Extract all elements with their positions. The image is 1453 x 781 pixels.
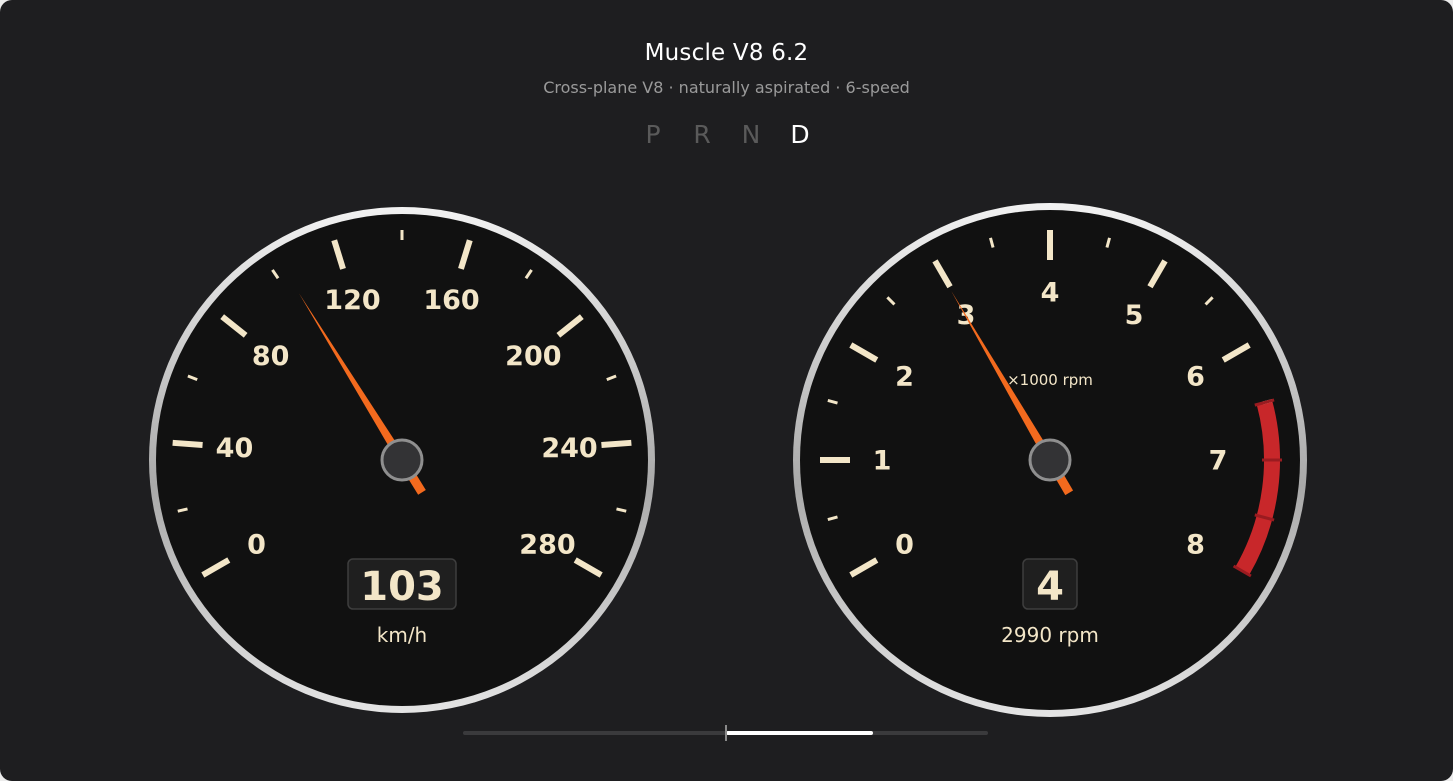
rpm-label-7: 7 <box>1209 446 1228 477</box>
rpm-label-5: 5 <box>1125 300 1144 331</box>
speed-unit: km/h <box>377 623 427 647</box>
speed-label-80: 80 <box>252 341 290 372</box>
rpm-label-4: 4 <box>1041 278 1060 309</box>
speed-readout: 103 <box>360 564 444 610</box>
current-gear-readout: 4 <box>1036 564 1064 610</box>
speed-label-0: 0 <box>247 530 266 561</box>
major-tick <box>172 439 203 449</box>
dashboard-frame: Muscle V8 6.2 Cross-plane V8 · naturally… <box>0 0 1453 781</box>
rpm-label-0: 0 <box>895 530 914 561</box>
rpm-readout: 2990 rpm <box>1001 623 1099 647</box>
speed-label-120: 120 <box>324 285 380 316</box>
speed-label-280: 280 <box>519 530 575 561</box>
gauges-canvas: 0 40 80 120 160 200 240 280 103 km/h 0 1… <box>149 203 1307 717</box>
rpm-label-8: 8 <box>1186 530 1205 561</box>
rpm-label-6: 6 <box>1186 362 1205 393</box>
scrubber-handle[interactable] <box>724 725 727 741</box>
scrubber-progress <box>725 731 874 735</box>
speed-label-240: 240 <box>541 433 597 464</box>
speed-needle-hub <box>380 438 424 482</box>
tachometer: 0 1 2 3 4 5 6 7 8 ×1000 rpm 4 2990 rpm <box>793 203 1307 717</box>
rpm-scale-caption: ×1000 rpm <box>1007 371 1093 389</box>
rpm-needle-hub <box>1028 438 1072 482</box>
rpm-label-2: 2 <box>895 362 914 393</box>
major-tick <box>601 439 632 449</box>
speed-label-160: 160 <box>423 285 479 316</box>
speed-label-40: 40 <box>216 433 254 464</box>
speedometer: 0 40 80 120 160 200 240 280 103 km/h <box>149 207 655 713</box>
rpm-label-1: 1 <box>873 446 892 477</box>
playback-scrubber[interactable] <box>463 725 988 741</box>
speed-label-200: 200 <box>505 341 561 372</box>
